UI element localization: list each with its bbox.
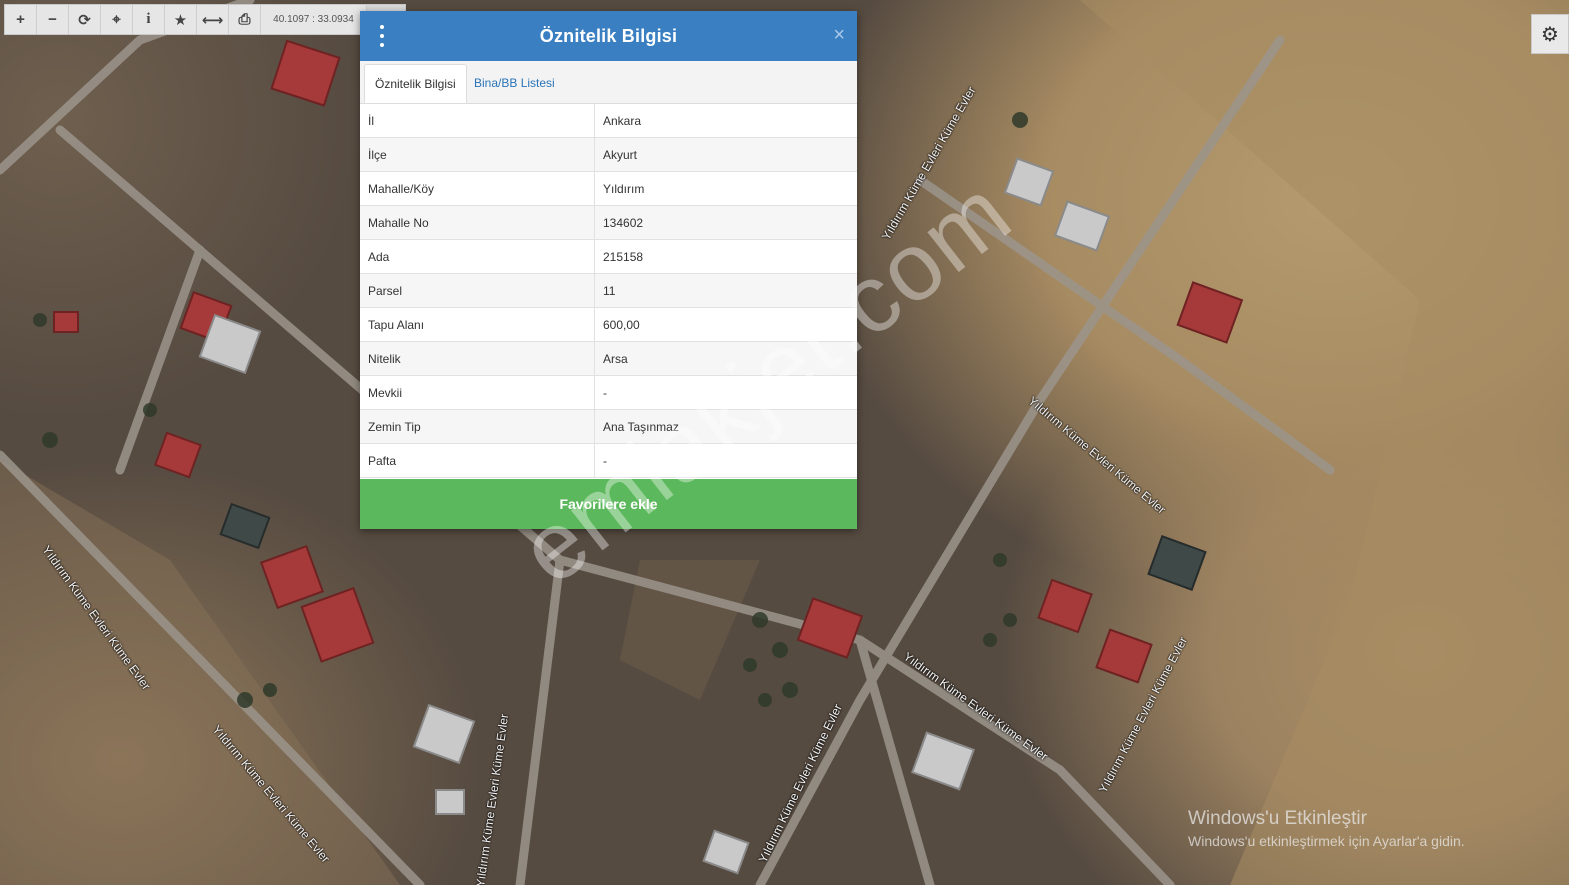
gear-icon: ⚙ (1541, 23, 1559, 46)
add-to-favorites-button[interactable]: Favorilere ekle (360, 479, 857, 529)
attribute-value: - (594, 375, 857, 410)
attribute-info-dialog: Öznitelik Bilgisi × Öznitelik Bilgisi Bi… (360, 11, 857, 529)
attribute-key: Mahalle No (360, 205, 595, 240)
attribute-value: Yıldırım (594, 171, 857, 206)
kebab-menu-icon (380, 25, 384, 29)
table-row: Mahalle No 134602 (360, 205, 857, 240)
dialog-tabs: Öznitelik Bilgisi Bina/BB Listesi (360, 61, 857, 104)
dialog-menu-button[interactable] (374, 25, 390, 47)
tab-building-list[interactable]: Bina/BB Listesi (464, 64, 565, 102)
print-button[interactable]: ⎙ (229, 5, 261, 34)
attribute-value: - (594, 443, 857, 478)
refresh-icon: ⟳ (78, 11, 91, 29)
map-toolbar: + − ⟳ ⌖ i ★ ⟷ ⎙ 40.1097 : 33.0934 (4, 4, 406, 35)
table-row: İlçe Akyurt (360, 137, 857, 172)
info-icon: i (146, 11, 151, 27)
measure-icon: ⟷ (201, 11, 224, 29)
attribute-value: Arsa (594, 341, 857, 376)
close-icon: × (833, 24, 845, 46)
attribute-key: Parsel (360, 273, 595, 308)
table-row: Nitelik Arsa (360, 341, 857, 376)
dialog-header: Öznitelik Bilgisi × (360, 11, 857, 61)
attribute-value: 215158 (594, 239, 857, 274)
locate-button[interactable]: ⌖ (101, 5, 133, 34)
close-button[interactable]: × (833, 24, 845, 46)
attribute-key: Mevkii (360, 375, 595, 410)
attribute-key: Mahalle/Köy (360, 171, 595, 206)
table-row: Mahalle/Köy Yıldırım (360, 171, 857, 206)
attribute-key: Tapu Alanı (360, 307, 595, 342)
table-row: Ada 215158 (360, 239, 857, 274)
table-row: Zemin Tip Ana Taşınmaz (360, 409, 857, 444)
table-row: Pafta - (360, 443, 857, 478)
attribute-key: Ada (360, 239, 595, 274)
windows-activation-notice: Windows'u Etkinleştir Windows'u etkinleş… (1188, 808, 1465, 849)
refresh-button[interactable]: ⟳ (69, 5, 101, 34)
tab-attribute-info[interactable]: Öznitelik Bilgisi (364, 64, 467, 103)
zoom-out-button[interactable]: − (37, 5, 69, 34)
attribute-value: Akyurt (594, 137, 857, 172)
attribute-value: Ana Taşınmaz (594, 409, 857, 444)
zoom-in-icon: + (16, 11, 25, 28)
kebab-dot (380, 34, 384, 38)
attribute-key: Nitelik (360, 341, 595, 376)
settings-button[interactable]: ⚙ (1531, 14, 1569, 54)
attribute-value: 134602 (594, 205, 857, 240)
table-row: Mevkii - (360, 375, 857, 410)
coordinate-readout: 40.1097 : 33.0934 (261, 5, 367, 34)
windows-activation-title: Windows'u Etkinleştir (1188, 808, 1367, 829)
attribute-table: İl Ankara İlçe Akyurt Mahalle/Köy Yıldırım Mah… (360, 104, 857, 478)
locate-icon: ⌖ (112, 11, 121, 28)
attribute-value: 11 (594, 273, 857, 308)
favorite-star-icon: ★ (173, 11, 188, 29)
zoom-out-icon: − (48, 11, 57, 28)
print-icon: ⎙ (238, 11, 251, 28)
favorite-button[interactable]: ★ (165, 5, 197, 34)
attribute-value: 600,00 (594, 307, 857, 342)
windows-activation-subtitle: Windows'u etkinleştirmek için Ayarlar'a … (1188, 833, 1465, 849)
attribute-key: Pafta (360, 443, 595, 478)
info-button[interactable]: i (133, 5, 165, 34)
zoom-in-button[interactable]: + (5, 5, 37, 34)
table-row: Parsel 11 (360, 273, 857, 308)
attribute-key: İlçe (360, 137, 595, 172)
attribute-key: İl (360, 104, 595, 138)
kebab-dot (380, 43, 384, 47)
table-row: İl Ankara (360, 104, 857, 138)
measure-button[interactable]: ⟷ (197, 5, 229, 34)
attribute-value: Ankara (594, 104, 857, 138)
dialog-title: Öznitelik Bilgisi (539, 25, 678, 46)
table-row: Tapu Alanı 600,00 (360, 307, 857, 342)
attribute-key: Zemin Tip (360, 409, 595, 444)
